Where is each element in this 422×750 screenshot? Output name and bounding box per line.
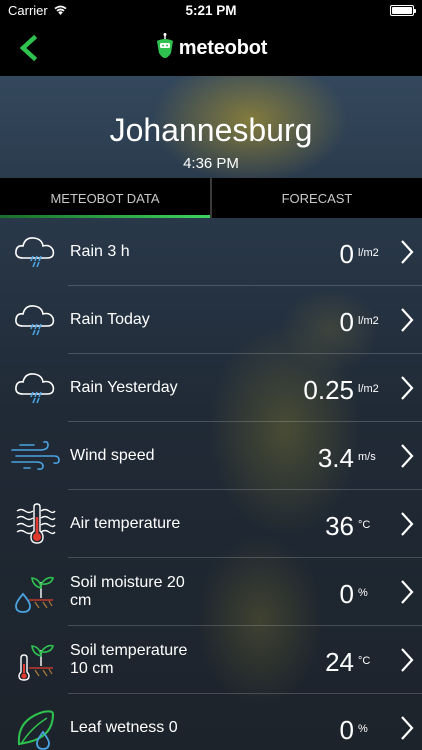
battery-icon	[390, 4, 416, 16]
rain-cloud-icon	[15, 305, 55, 336]
row-label: Rain Yesterday	[70, 379, 178, 396]
measurement-list: Rain 3 h 0 l/m2 Rain Today 0 l/m2 Rain Y…	[0, 218, 422, 750]
row-unit: °C	[358, 655, 371, 667]
row-unit: °C	[358, 519, 371, 531]
back-chevron-icon	[19, 35, 38, 61]
navigation-bar: meteobot	[0, 20, 422, 76]
list-item-leaf-wetness[interactable]: Leaf wetness 0 0 %	[0, 694, 422, 750]
logo-text: meteobot	[178, 36, 268, 59]
wifi-icon	[53, 3, 68, 18]
row-value: 0	[339, 306, 354, 337]
row-label: Air temperature	[70, 515, 181, 532]
list-item-air-temperature[interactable]: Air temperature 36 °C	[0, 490, 422, 558]
rain-cloud-icon	[15, 237, 55, 268]
row-label: Soil moisture 20 cm	[70, 574, 185, 609]
city-name: Johannesburg	[109, 112, 313, 148]
row-value: 0	[339, 714, 354, 745]
row-value: 3.4	[317, 442, 354, 473]
tab-bar: METEOBOT DATA FORECAST	[0, 178, 422, 218]
tab-meteobot-data[interactable]: METEOBOT DATA	[0, 178, 210, 218]
chevron-right-icon	[401, 308, 414, 332]
back-button[interactable]	[12, 32, 44, 64]
row-value: 0	[339, 238, 354, 269]
list-item-wind-speed[interactable]: Wind speed 3.4 m/s	[0, 422, 422, 490]
chevron-right-icon	[401, 512, 414, 536]
tab-forecast[interactable]: FORECAST	[212, 178, 422, 218]
wind-icon	[11, 441, 60, 470]
local-time: 4:36 PM	[183, 155, 239, 172]
list-item-soil-temperature[interactable]: Soil temperature 10 cm 24 °C	[0, 626, 422, 694]
row-value: 24	[325, 646, 354, 677]
chevron-right-icon	[401, 580, 414, 604]
status-bar: Carrier 5:21 PM	[0, 0, 422, 20]
leaf-wetness-icon	[17, 710, 55, 750]
chevron-right-icon	[401, 444, 414, 468]
soil-moisture-icon	[15, 576, 54, 613]
thermometer-icon	[16, 503, 56, 544]
row-value: 36	[325, 510, 354, 541]
row-value: 0.25	[303, 374, 354, 405]
meteobot-logo: meteobot	[155, 33, 267, 63]
row-unit: l/m2	[358, 383, 379, 395]
row-label: Rain 3 h	[70, 243, 130, 260]
chevron-right-icon	[401, 240, 414, 264]
location-header: Johannesburg 4:36 PM	[0, 76, 422, 178]
chevron-right-icon	[401, 716, 414, 740]
row-value: 0	[339, 578, 354, 609]
list-item-rain-today[interactable]: Rain Today 0 l/m2	[0, 286, 422, 354]
row-label: Wind speed	[70, 447, 155, 464]
list-item-soil-moisture[interactable]: Soil moisture 20 cm 0 %	[0, 558, 422, 626]
row-label: Leaf wetness 0	[70, 719, 178, 736]
meteobot-logo-icon	[156, 33, 173, 58]
chevron-right-icon	[401, 648, 414, 672]
row-label: Soil temperature 10 cm	[70, 642, 188, 677]
soil-temperature-icon	[18, 644, 54, 681]
row-label: Rain Today	[70, 311, 150, 328]
rain-cloud-icon	[15, 373, 55, 404]
row-unit: %	[358, 587, 368, 599]
list-item-rain-3h[interactable]: Rain 3 h 0 l/m2	[0, 218, 422, 286]
chevron-right-icon	[401, 376, 414, 400]
list-item-rain-yesterday[interactable]: Rain Yesterday 0.25 l/m2	[0, 354, 422, 422]
row-unit: %	[358, 723, 368, 735]
status-time: 5:21 PM	[185, 2, 237, 18]
row-unit: l/m2	[358, 247, 379, 259]
row-unit: l/m2	[358, 315, 379, 327]
carrier-label: Carrier	[8, 2, 48, 18]
row-unit: m/s	[358, 451, 376, 463]
